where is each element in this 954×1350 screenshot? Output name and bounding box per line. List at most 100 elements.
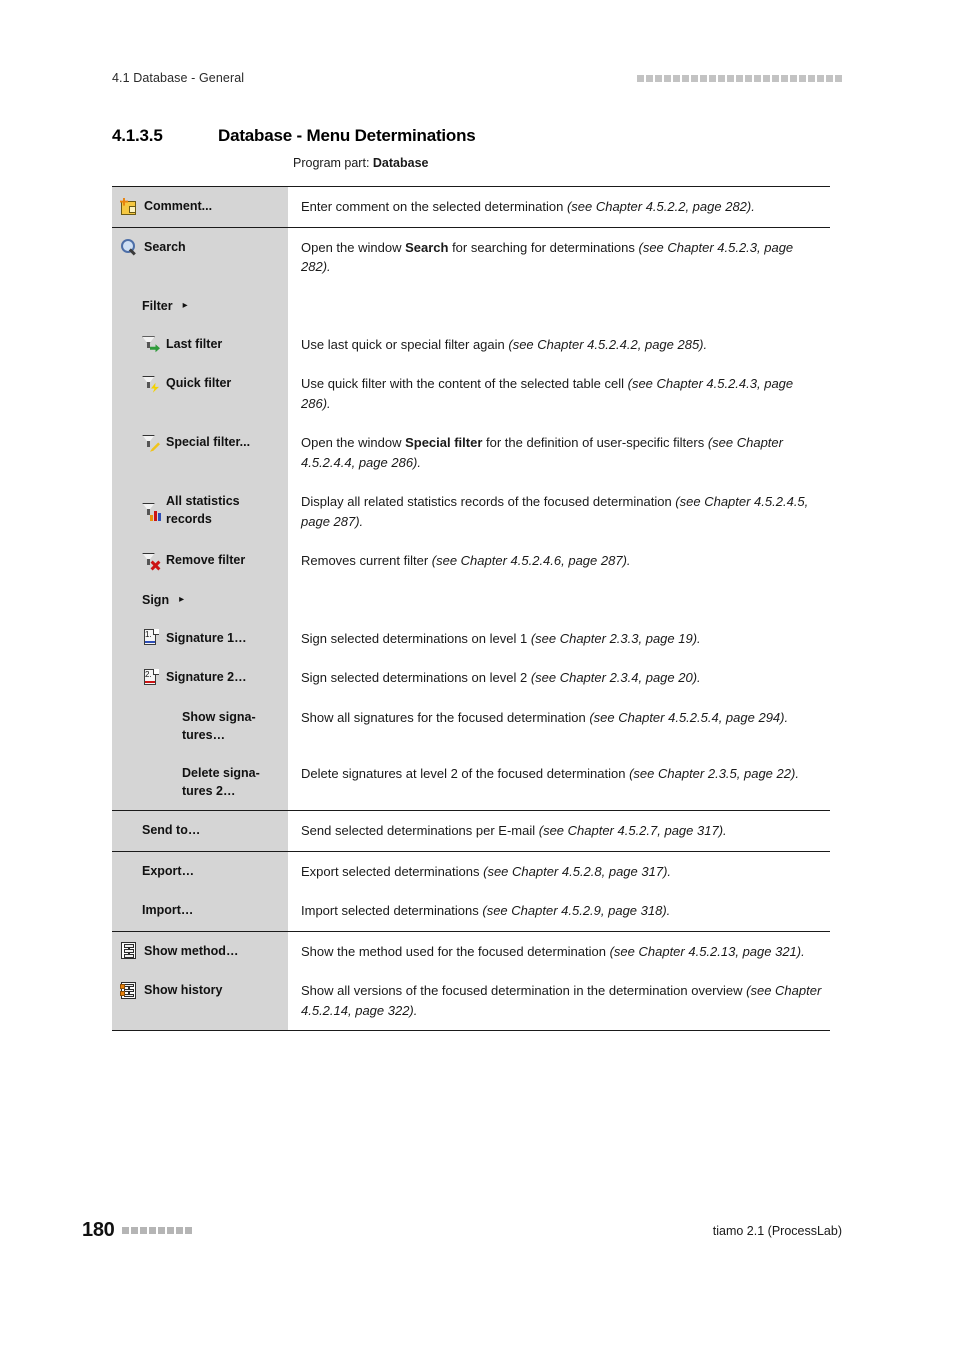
menu-item-cell[interactable]: Comment... [112,187,288,227]
menu-item-cell[interactable]: Export… [112,851,288,892]
header-decoration-squares [637,74,842,82]
table-row[interactable]: Filter ▸ [112,286,830,325]
program-part: Program part: Database [293,156,429,170]
table-row[interactable]: Delete signa-tures 2… Delete signatures a… [112,754,830,811]
column-gap [288,811,301,851]
menu-item-cell[interactable]: Delete signa-tures 2… [112,754,288,811]
menu-item-cell[interactable]: All statistics records [112,482,288,542]
menu-item-cell[interactable]: Show history [112,971,288,1031]
column-gap [288,697,301,754]
menu-item-label: Last filter [166,336,223,351]
description-text: Special filter [405,435,483,451]
funnel-bolt-icon [142,375,159,393]
menu-item-cell[interactable]: Send to… [112,811,288,851]
description-text: Show all signatures for the focused dete… [301,709,590,725]
table-row[interactable]: Quick filter Use quick filter with the co… [112,364,830,424]
menu-item-description-cell: Enter comment on the selected determinat… [301,187,830,227]
menu-item[interactable]: Search [120,238,186,256]
table-row[interactable]: 1. Signature 1… Sign selected determinatio… [112,618,830,659]
footer-left: 180 [82,1219,193,1242]
table-row[interactable]: Show signa-tures… Show all signatures for… [112,697,830,754]
description-text: (see Chapter 4.5.2.13, page 321). [609,943,805,959]
menu-item-cell[interactable]: Special filter... [112,423,288,483]
decoration-square [176,1227,184,1234]
decoration-square [772,74,779,82]
column-gap [288,187,301,227]
menu-item[interactable]: Show signa-tures… [120,708,256,744]
menu-item-description-cell: Send selected determinations per E-mail … [301,811,830,851]
menu-item-cell[interactable]: Sign ▸ [112,580,288,619]
menu-item[interactable]: 2. Signature 2… [120,668,247,686]
description-text: Display all related statistics records o… [301,494,676,510]
menu-item[interactable]: Quick filter [120,374,232,393]
menu-item-description: Enter comment on the selected determinat… [301,197,826,217]
table-row[interactable]: Import… Import selected determinations (s… [112,891,830,931]
menu-item[interactable]: Send to… [120,821,200,839]
decoration-square [700,74,707,82]
menu-item-cell[interactable]: Quick filter [112,364,288,424]
table-row[interactable]: Special filter... Open the window Special… [112,423,830,483]
comment-note-icon [120,197,137,215]
table-row[interactable]: Show method… Show the method used for the… [112,931,830,972]
description-text: Sign selected determinations on level 1 [301,630,531,646]
menu-item[interactable]: Export… [120,862,194,880]
description-text: Import selected determinations [301,903,483,919]
menu-item-label: Quick filter [166,376,232,391]
menu-item[interactable]: Remove filter [120,551,245,569]
menu-item-cell[interactable]: Show signa-tures… [112,697,288,754]
menu-group: Show method… Show the method used for the… [112,930,830,1032]
show-history-icon [120,981,137,999]
program-part-label: Program part: [293,156,370,170]
menu-item[interactable]: Import… [120,901,193,919]
menu-item[interactable]: Special filter... [120,433,250,452]
table-row[interactable]: Remove filter Removes current filter (see… [112,541,830,581]
table-row[interactable]: 2. Signature 2… Sign selected determinatio… [112,658,830,698]
document-page: 4.1 Database - General 4.1.3.5 Database … [0,0,954,1350]
table-row[interactable]: All statistics records Display all related… [112,482,830,542]
menu-item-cell[interactable]: Show method… [112,931,288,972]
table-row[interactable]: Sign ▸ [112,580,830,619]
menu-item[interactable]: All statistics records [120,492,240,528]
heading-number: 4.1.3.5 [112,126,163,145]
table-row[interactable]: Send to… Send selected determinations per… [112,811,830,851]
description-text: (see Chapter 4.5.2.7, page 317). [538,823,727,839]
menu-item-description-cell: Show all versions of the focused determi… [301,971,830,1031]
menu-item-cell[interactable]: Remove filter [112,541,288,581]
menu-item-cell[interactable]: Filter ▸ [112,286,288,325]
description-text: Open the window [301,239,406,255]
menu-item-cell[interactable]: Import… [112,891,288,931]
menu-item[interactable]: Delete signa-tures 2… [120,764,260,800]
menu-item-label: Filter [142,298,173,313]
menu-item-cell[interactable]: Last filter [112,324,288,365]
menu-item[interactable]: Comment... [120,197,212,215]
table-row[interactable]: Show history Show all versions of the foc… [112,971,830,1031]
decoration-square [655,74,662,82]
menu-item[interactable]: Last filter [120,335,222,353]
menu-item[interactable]: Show method… [120,942,238,960]
funnel-chart-icon [142,502,161,521]
menu-item-cell[interactable]: Search [112,227,288,287]
menu-item-label: All statistics records [166,494,240,527]
column-gap [288,658,301,698]
description-text: (see Chapter 4.5.2.9, page 318). [482,903,671,919]
menu-item[interactable]: Filter ▸ [120,297,188,315]
menu-group: Send to… Send selected determinations per… [112,810,830,851]
footer-product-name: tiamo 2.1 (ProcessLab) [712,1223,842,1238]
table-row[interactable]: Search Open the window Search for searchi… [112,227,830,287]
decoration-square [673,74,680,82]
description-text: Delete signatures at level 2 of the focu… [301,766,630,781]
description-text: Export selected determinations [301,863,484,879]
table-row[interactable]: Last filter Use last quick or special fil… [112,324,830,365]
menu-item-label: Remove filter [166,553,246,568]
decoration-square [709,74,716,82]
table-row[interactable]: Comment... Enter comment on the selected … [112,187,830,227]
table-row[interactable]: Export… Export selected determinations (s… [112,851,830,892]
menu-item-cell[interactable]: 1. Signature 1… [112,618,288,659]
menu-item-description: Show all versions of the focused determi… [301,981,826,1020]
menu-item-cell[interactable]: 2. Signature 2… [112,658,288,698]
menu-item[interactable]: Sign ▸ [120,591,184,609]
menu-item-description: Show the method used for the focused det… [301,942,826,962]
menu-item[interactable]: 1. Signature 1… [120,629,247,647]
description-text: Send selected determinations per E-mail [301,823,539,839]
menu-item[interactable]: Show history [120,981,222,999]
